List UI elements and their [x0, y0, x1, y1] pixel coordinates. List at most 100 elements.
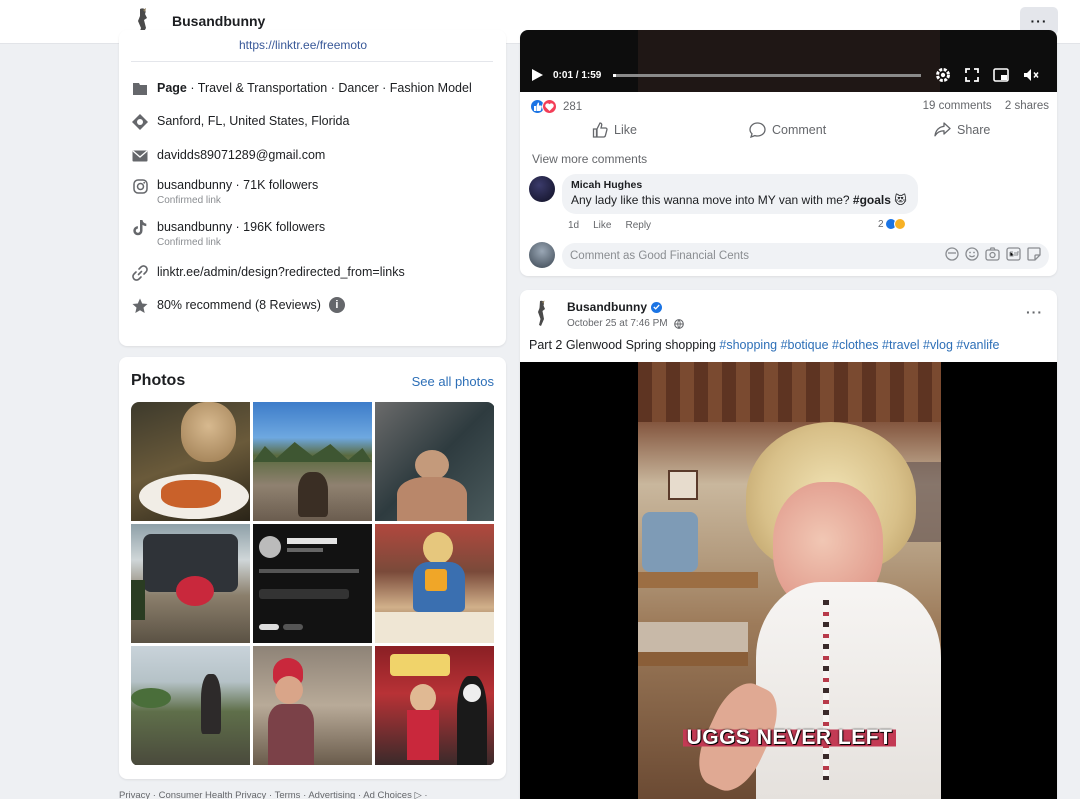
verified-badge-icon	[651, 301, 662, 313]
thumbs-up-icon	[592, 122, 608, 138]
intro-email: davidds89071289@gmail.com	[131, 147, 325, 165]
tiktok-link[interactable]: busandbunny · 196K followers	[157, 219, 325, 235]
confirmed-link-label: Confirmed link	[157, 195, 221, 206]
comment-meta: 1d Like Reply	[568, 220, 651, 231]
avatar-sticker-icon[interactable]	[945, 246, 959, 266]
video-time: 0:01 / 1:59	[553, 69, 602, 81]
photos-title: Photos	[131, 372, 186, 389]
share-label: Share	[957, 122, 991, 137]
photo-thumbnail[interactable]	[253, 402, 372, 521]
post-card: 0:01 / 1:59 281 19 comments 2 shares Lik…	[520, 30, 1057, 276]
comment-button[interactable]: Comment	[749, 122, 826, 138]
intro-category: Page · Travel & Transportation · Dancer …	[131, 80, 472, 98]
see-all-photos-link[interactable]: See all photos	[412, 374, 494, 389]
comment-age: 1d	[568, 220, 580, 231]
photo-thumbnail[interactable]	[375, 646, 494, 765]
photo-thumbnail[interactable]	[131, 646, 250, 765]
comment-bubble: Micah Hughes Any lady like this wanna mo…	[562, 174, 918, 214]
reaction-count: 281	[563, 100, 583, 113]
share-button[interactable]: Share	[934, 122, 990, 137]
instagram-link[interactable]: busandbunny · 71K followers	[157, 177, 318, 193]
video-frame: UGGS NEVER LEFT	[638, 362, 941, 799]
flag-icon	[131, 80, 149, 98]
comment-input[interactable]: Comment as Good Financial Cents	[562, 243, 1049, 269]
link-icon	[131, 264, 149, 282]
video-caption-overlay: UGGS NEVER LEFT	[638, 726, 941, 750]
fullscreen-icon[interactable]	[965, 68, 980, 82]
author-avatar[interactable]	[532, 299, 552, 329]
post-date[interactable]: October 25 at 7:46 PM	[567, 318, 684, 329]
reviews-text[interactable]: 80% recommend (8 Reviews)	[157, 297, 321, 313]
sticker-icon[interactable]	[1027, 246, 1041, 266]
reaction-summary[interactable]: 281	[530, 99, 582, 114]
shares-count[interactable]: 2 shares	[1005, 100, 1049, 112]
globe-icon	[673, 318, 684, 329]
star-icon	[131, 297, 149, 315]
share-icon	[934, 122, 951, 137]
intro-instagram: busandbunny · 71K followers Confirmed li…	[131, 177, 318, 206]
comment-author[interactable]: Micah Hughes	[571, 179, 909, 191]
linktree-text[interactable]: linktr.ee/admin/design?redirected_from=l…	[157, 264, 405, 280]
post-author[interactable]: Busandbunny	[567, 300, 662, 314]
view-more-comments-link[interactable]: View more comments	[532, 152, 647, 166]
gif-icon[interactable]	[1006, 246, 1021, 266]
intro-tiktok: busandbunny · 196K followers Confirmed l…	[131, 219, 325, 248]
camera-icon[interactable]	[985, 246, 1000, 266]
page-type-label: Page	[157, 81, 187, 95]
video-player[interactable]: UGGS NEVER LEFT	[520, 362, 1057, 799]
photos-card: Photos See all photos	[119, 357, 506, 779]
love-reaction-icon	[542, 99, 557, 114]
website-link[interactable]: https://linktr.ee/freemoto	[239, 38, 367, 52]
progress-fill	[613, 73, 617, 77]
comment-hashtag[interactable]: #goals	[853, 193, 891, 207]
tiktok-icon	[131, 219, 149, 237]
comment-reply-button[interactable]: Reply	[625, 220, 651, 231]
current-user-avatar[interactable]	[529, 242, 555, 268]
category-text: · Travel & Transportation · Dancer · Fas…	[186, 81, 472, 95]
video-controls: 0:01 / 1:59	[520, 64, 1057, 86]
photo-thumbnail[interactable]	[375, 402, 494, 521]
divider	[131, 61, 493, 62]
photo-thumbnail[interactable]	[253, 524, 372, 643]
comment-label: Comment	[772, 123, 827, 137]
page-name[interactable]: Busandbunny	[172, 13, 265, 29]
photo-thumbnail[interactable]	[131, 524, 250, 643]
mute-icon[interactable]	[1023, 68, 1039, 82]
comment-tools	[945, 246, 1041, 266]
progress-bar[interactable]	[613, 73, 922, 77]
instagram-icon	[131, 177, 149, 195]
intro-link: linktr.ee/admin/design?redirected_from=l…	[131, 264, 405, 282]
post-actions: Like Comment Share	[520, 122, 1057, 146]
intro-card: https://linktr.ee/freemoto Page · Travel…	[119, 30, 506, 346]
comment-reactions[interactable]: 2	[878, 218, 906, 230]
post-more-options-icon[interactable]: ···	[1026, 304, 1043, 320]
play-icon[interactable]	[532, 69, 543, 81]
like-label: Like	[614, 123, 637, 137]
commenter-avatar[interactable]	[529, 176, 555, 202]
engagement-counts: 19 comments 2 shares	[923, 100, 1049, 112]
email-text[interactable]: davidds89071289@gmail.com	[157, 147, 325, 163]
intro-reviews: 80% recommend (8 Reviews) i	[131, 297, 345, 315]
cat-emoji: 😻	[894, 193, 907, 207]
comment-like-button[interactable]: Like	[593, 220, 611, 231]
info-icon[interactable]: i	[328, 297, 345, 313]
settings-icon[interactable]	[935, 67, 951, 83]
like-button[interactable]: Like	[592, 122, 637, 138]
emoji-icon[interactable]	[965, 246, 979, 266]
intro-location: Sanford, FL, United States, Florida	[131, 113, 349, 131]
comment-reaction-count: 2	[878, 218, 884, 230]
comment-input-placeholder: Comment as Good Financial Cents	[570, 250, 749, 262]
picture-in-picture-icon[interactable]	[993, 68, 1010, 82]
location-text: Sanford, FL, United States, Florida	[157, 114, 350, 128]
footer-links[interactable]: Privacy · Consumer Health Privacy · Term…	[119, 790, 428, 799]
post-card: Busandbunny October 25 at 7:46 PM ··· Pa…	[520, 290, 1057, 799]
mail-icon	[131, 147, 149, 165]
photo-thumbnail[interactable]	[253, 646, 372, 765]
location-icon	[131, 113, 149, 131]
post-caption: Part 2 Glenwood Spring shopping #shoppin…	[529, 338, 1000, 352]
post-hashtags[interactable]: #shopping #botique #clothes #travel #vlo…	[719, 338, 999, 352]
video-player[interactable]: 0:01 / 1:59	[520, 30, 1057, 92]
photo-thumbnail[interactable]	[131, 402, 250, 521]
photo-thumbnail[interactable]	[375, 524, 494, 643]
comments-count[interactable]: 19 comments	[923, 100, 992, 112]
